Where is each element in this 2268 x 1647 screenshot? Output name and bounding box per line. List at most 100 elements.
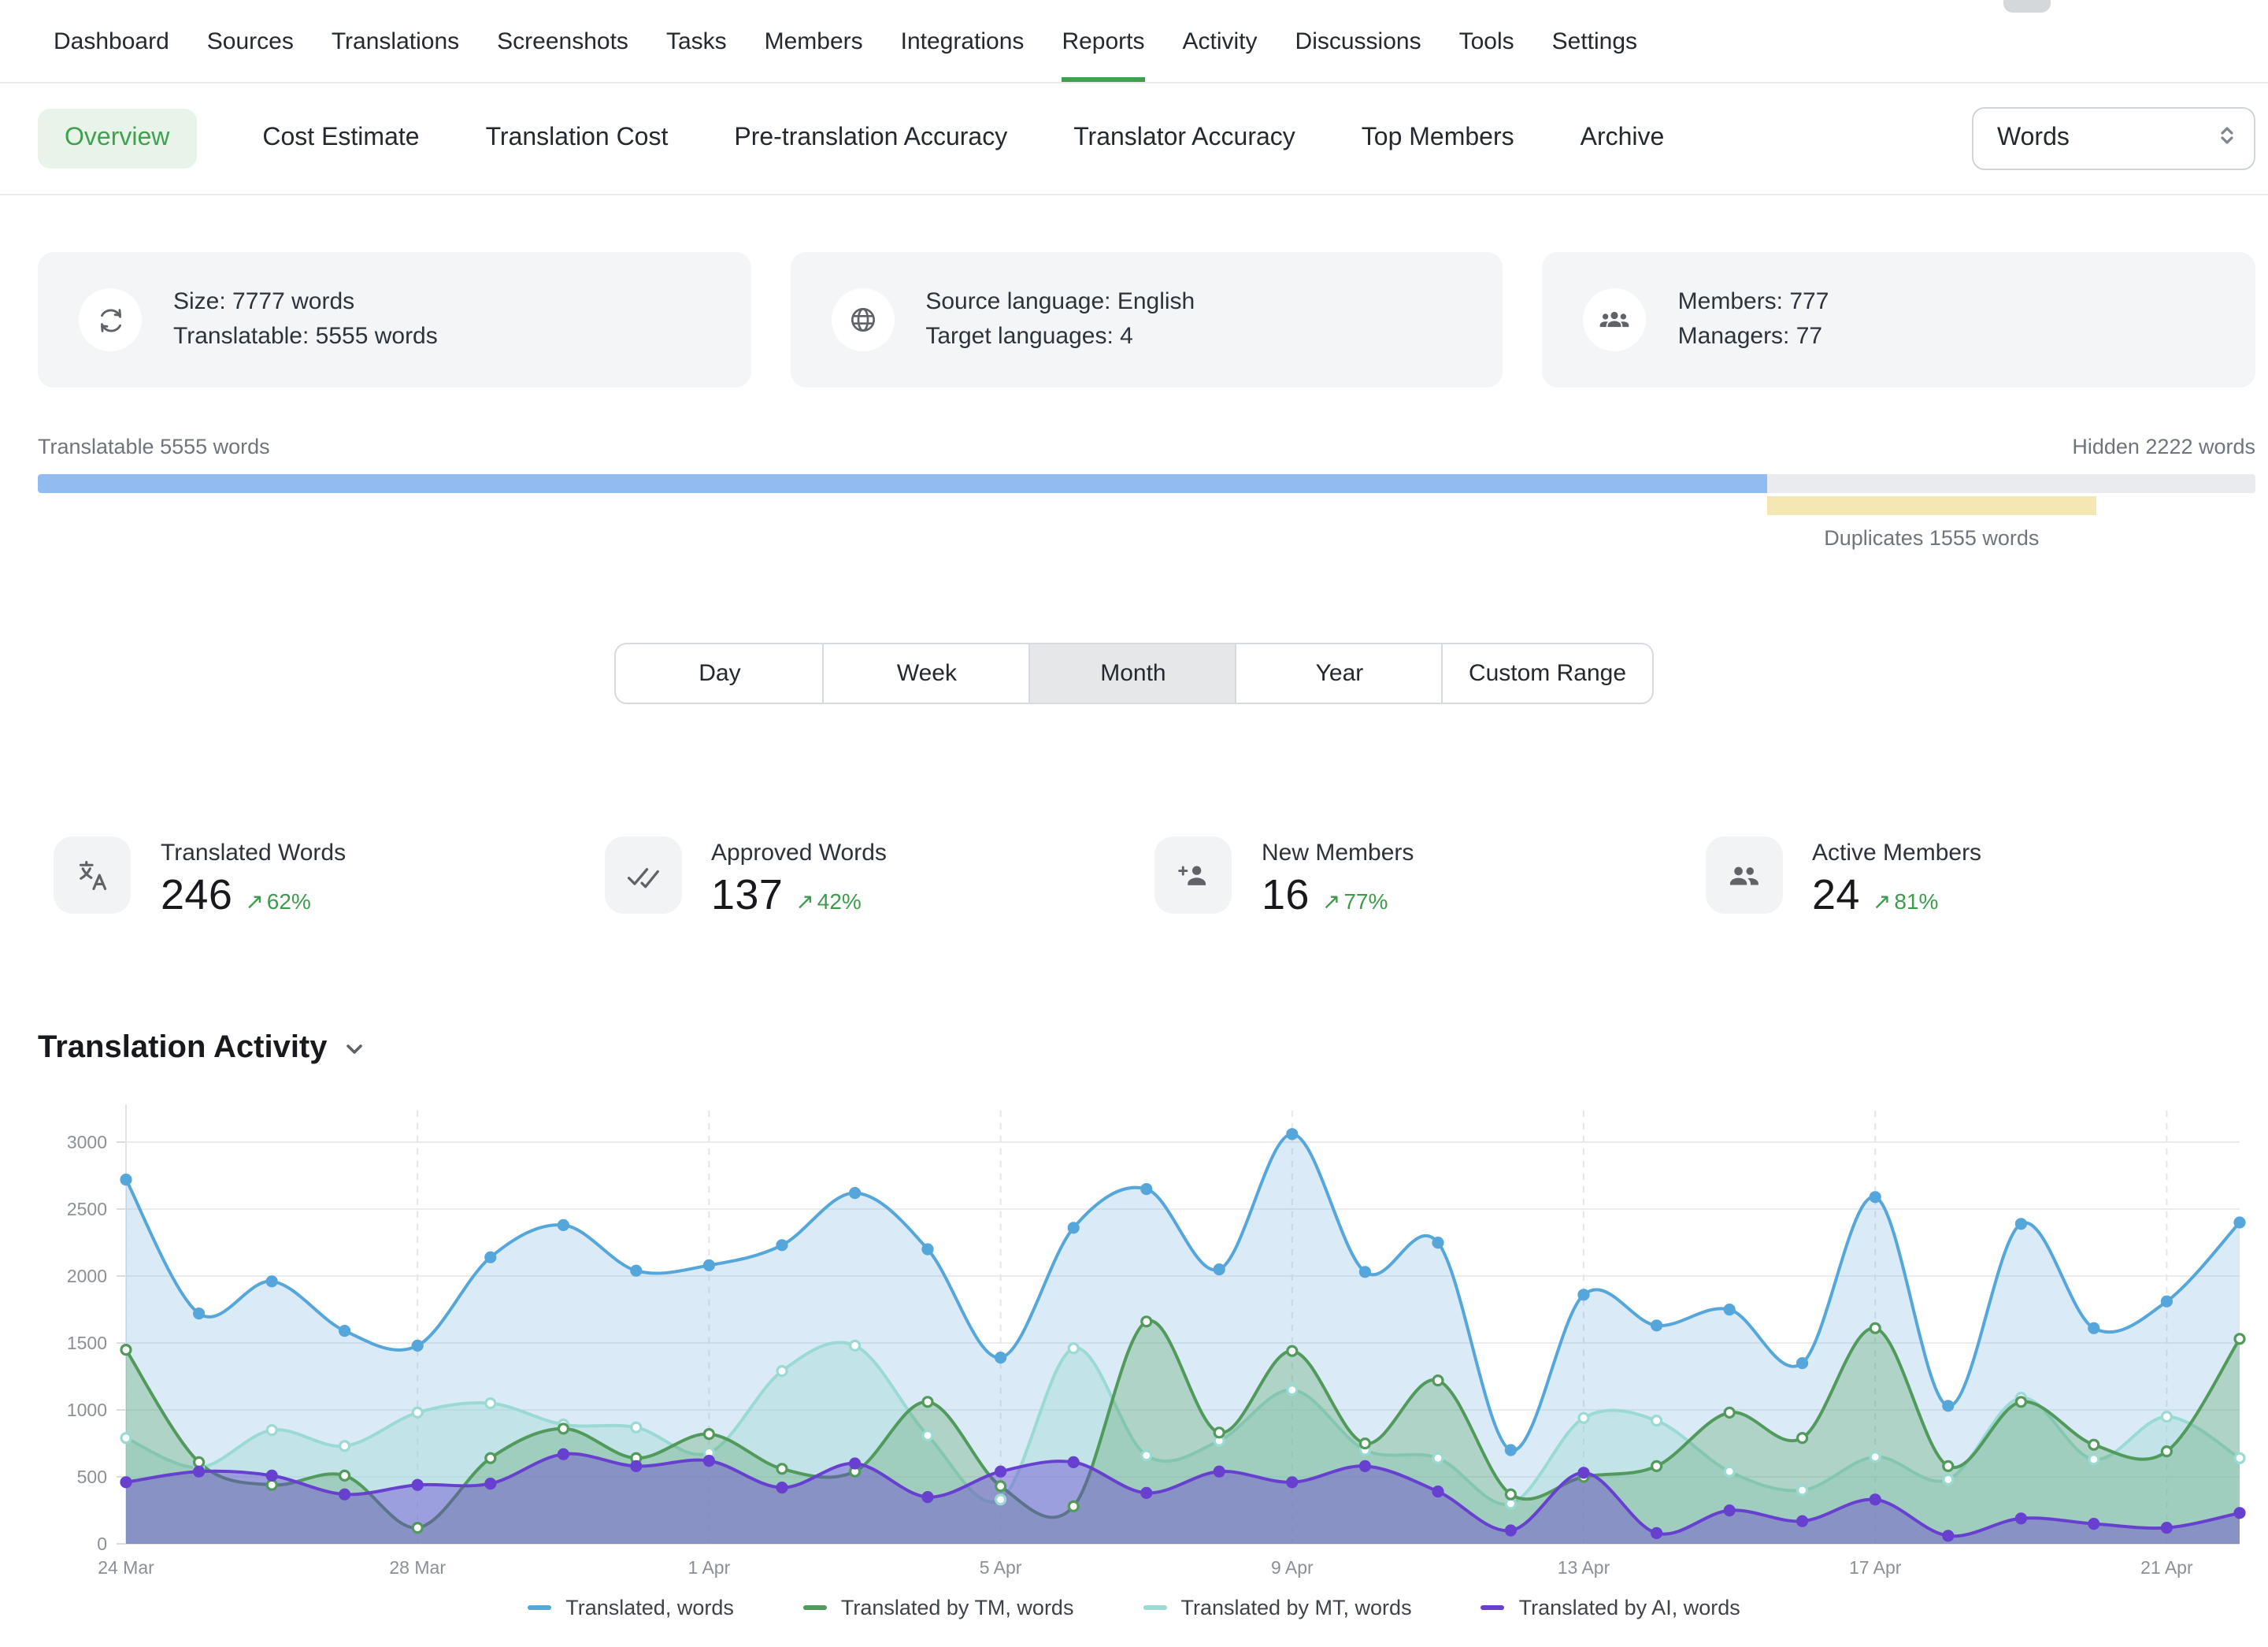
nav-item-dashboard[interactable]: Dashboard — [54, 0, 169, 82]
trend-up-icon: ↗ — [245, 888, 263, 914]
tab-cost-estimate[interactable]: Cost Estimate — [262, 124, 419, 153]
stat-label: Approved Words — [711, 840, 887, 866]
duplicates-bar-segment — [1767, 496, 2096, 515]
legend-item-translated-by-mt-words[interactable]: Translated by MT, words — [1143, 1596, 1411, 1619]
legend-item-translated-words[interactable]: Translated, words — [528, 1596, 734, 1619]
report-tabs-bar: Overview Cost Estimate Translation Cost Pre… — [0, 83, 2268, 195]
legend-label: Translated, words — [565, 1596, 734, 1619]
summary-card-line: Members: 777 — [1678, 285, 1829, 320]
stat-delta: ↗77% — [1322, 888, 1388, 915]
stats-row: Translated Words 246 ↗62% Approved Words 137… — [0, 836, 2255, 920]
duplicates-row — [38, 496, 2255, 515]
summary-card-line: Target languages: 4 — [925, 320, 1195, 354]
activity-chart-svg: 05001000150020002500300024 Mar28 Mar1 Ap… — [38, 1089, 2255, 1580]
trend-up-icon: ↗ — [1873, 888, 1891, 914]
top-nav: Dashboard Sources Translations Screenshots T… — [54, 0, 1637, 82]
stat-label: Active Members — [1812, 840, 1981, 866]
unit-select[interactable]: Words — [1972, 107, 2255, 170]
summary-cards: Size: 7777 wordsTranslatable: 5555 words… — [38, 252, 2255, 388]
nav-item-reports[interactable]: Reports — [1062, 0, 1144, 82]
svg-text:21 Apr: 21 Apr — [2140, 1557, 2193, 1578]
nav-item-tasks[interactable]: Tasks — [666, 0, 727, 82]
summary-card: Size: 7777 wordsTranslatable: 5555 words — [38, 252, 750, 388]
period-selector: DayWeekMonthYearCustom Range — [615, 643, 1653, 704]
nav-item-translations[interactable]: Translations — [332, 0, 459, 82]
translatable-bar-segment — [38, 474, 1767, 493]
stat-translated-words: Translated Words 246 ↗62% — [54, 836, 604, 920]
nav-item-screenshots[interactable]: Screenshots — [497, 0, 628, 82]
tab-archive[interactable]: Archive — [1581, 124, 1665, 153]
nav-item-members[interactable]: Members — [765, 0, 863, 82]
legend-item-translated-by-ai-words[interactable]: Translated by AI, words — [1481, 1596, 1740, 1619]
period-year-button[interactable]: Year — [1236, 644, 1442, 703]
person-add-icon — [1154, 836, 1232, 914]
summary-card-line: Size: 7777 words — [173, 285, 438, 320]
words-breakdown: Translatable 5555 words Hidden 2222 word… — [38, 435, 2255, 555]
chevron-down-icon[interactable] — [343, 1037, 365, 1059]
unit-select-value: Words — [1997, 124, 2070, 153]
activity-section-header: Translation Activity — [38, 1030, 2230, 1066]
tab-overview[interactable]: Overview — [38, 109, 196, 169]
svg-text:24 Mar: 24 Mar — [98, 1557, 154, 1578]
tab-top-members[interactable]: Top Members — [1362, 124, 1514, 153]
trend-up-icon: ↗ — [795, 888, 813, 914]
period-week-button[interactable]: Week — [823, 644, 1029, 703]
svg-text:2500: 2500 — [67, 1199, 107, 1219]
avatar[interactable] — [2003, 0, 2051, 13]
legend-swatch-icon — [1143, 1606, 1166, 1610]
translatable-words-label: Translatable 5555 words — [38, 435, 270, 465]
period-day-button[interactable]: Day — [617, 644, 823, 703]
summary-card-line: Translatable: 5555 words — [173, 320, 438, 354]
svg-text:2000: 2000 — [67, 1266, 107, 1286]
svg-text:1 Apr: 1 Apr — [688, 1557, 731, 1578]
tab-translation-cost[interactable]: Translation Cost — [486, 124, 669, 153]
stat-value: 16 — [1262, 871, 1310, 920]
legend-swatch-icon — [1481, 1606, 1505, 1610]
svg-text:1000: 1000 — [67, 1400, 107, 1420]
svg-text:28 Mar: 28 Mar — [389, 1557, 446, 1578]
stat-delta: ↗81% — [1873, 888, 1939, 915]
words-progress-track — [38, 474, 2255, 493]
nav-item-tools[interactable]: Tools — [1459, 0, 1514, 82]
chart-legend: Translated, words Translated by TM, words… — [0, 1596, 2268, 1619]
globe-icon — [831, 288, 894, 351]
nav-item-sources[interactable]: Sources — [207, 0, 294, 82]
hidden-words-label: Hidden 2222 words — [2072, 435, 2255, 465]
stat-active-members: Active Members 24 ↗81% — [1705, 836, 2255, 920]
people-icon — [1705, 836, 1782, 914]
svg-text:5 Apr: 5 Apr — [980, 1557, 1022, 1578]
tab-pre-translation-accuracy[interactable]: Pre-translation Accuracy — [734, 124, 1007, 153]
nav-item-discussions[interactable]: Discussions — [1295, 0, 1421, 82]
stat-label: New Members — [1262, 840, 1414, 866]
legend-label: Translated by MT, words — [1180, 1596, 1411, 1619]
svg-text:13 Apr: 13 Apr — [1558, 1557, 1610, 1578]
period-custom-range-button[interactable]: Custom Range — [1442, 644, 1651, 703]
nav-item-activity[interactable]: Activity — [1183, 0, 1258, 82]
nav-item-integrations[interactable]: Integrations — [901, 0, 1025, 82]
legend-swatch-icon — [528, 1606, 551, 1610]
trend-up-icon: ↗ — [1322, 888, 1340, 914]
summary-card: Source language: EnglishTarget languages… — [790, 252, 1503, 388]
duplicates-label: Duplicates 1555 words — [1824, 526, 2039, 550]
nav-item-settings[interactable]: Settings — [1552, 0, 1637, 82]
legend-item-translated-by-tm-words[interactable]: Translated by TM, words — [803, 1596, 1074, 1619]
select-arrows-icon — [2216, 124, 2238, 154]
tab-translator-accuracy[interactable]: Translator Accuracy — [1073, 124, 1295, 153]
svg-text:0: 0 — [97, 1534, 107, 1554]
stat-approved-words: Approved Words137↗42% — [604, 836, 1154, 920]
stat-value: 246 — [161, 871, 232, 920]
double-check-icon — [604, 836, 681, 914]
period-month-button[interactable]: Month — [1029, 644, 1236, 703]
translate-icon — [54, 836, 131, 914]
stat-delta: ↗62% — [245, 888, 311, 915]
section-title: Translation Activity — [38, 1030, 328, 1066]
stat-value: 24 — [1812, 871, 1860, 920]
members-icon — [1584, 288, 1647, 351]
duplicates-label-row: Duplicates 1555 words — [38, 526, 2255, 555]
summary-card-line: Managers: 77 — [1678, 320, 1829, 354]
legend-swatch-icon — [803, 1606, 827, 1610]
stat-label: Translated Words — [161, 840, 346, 866]
stat-value: 137 — [711, 871, 783, 920]
summary-card: Members: 777Managers: 77 — [1543, 252, 2255, 388]
stat-new-members: New Members 16 ↗77% — [1154, 836, 1705, 920]
